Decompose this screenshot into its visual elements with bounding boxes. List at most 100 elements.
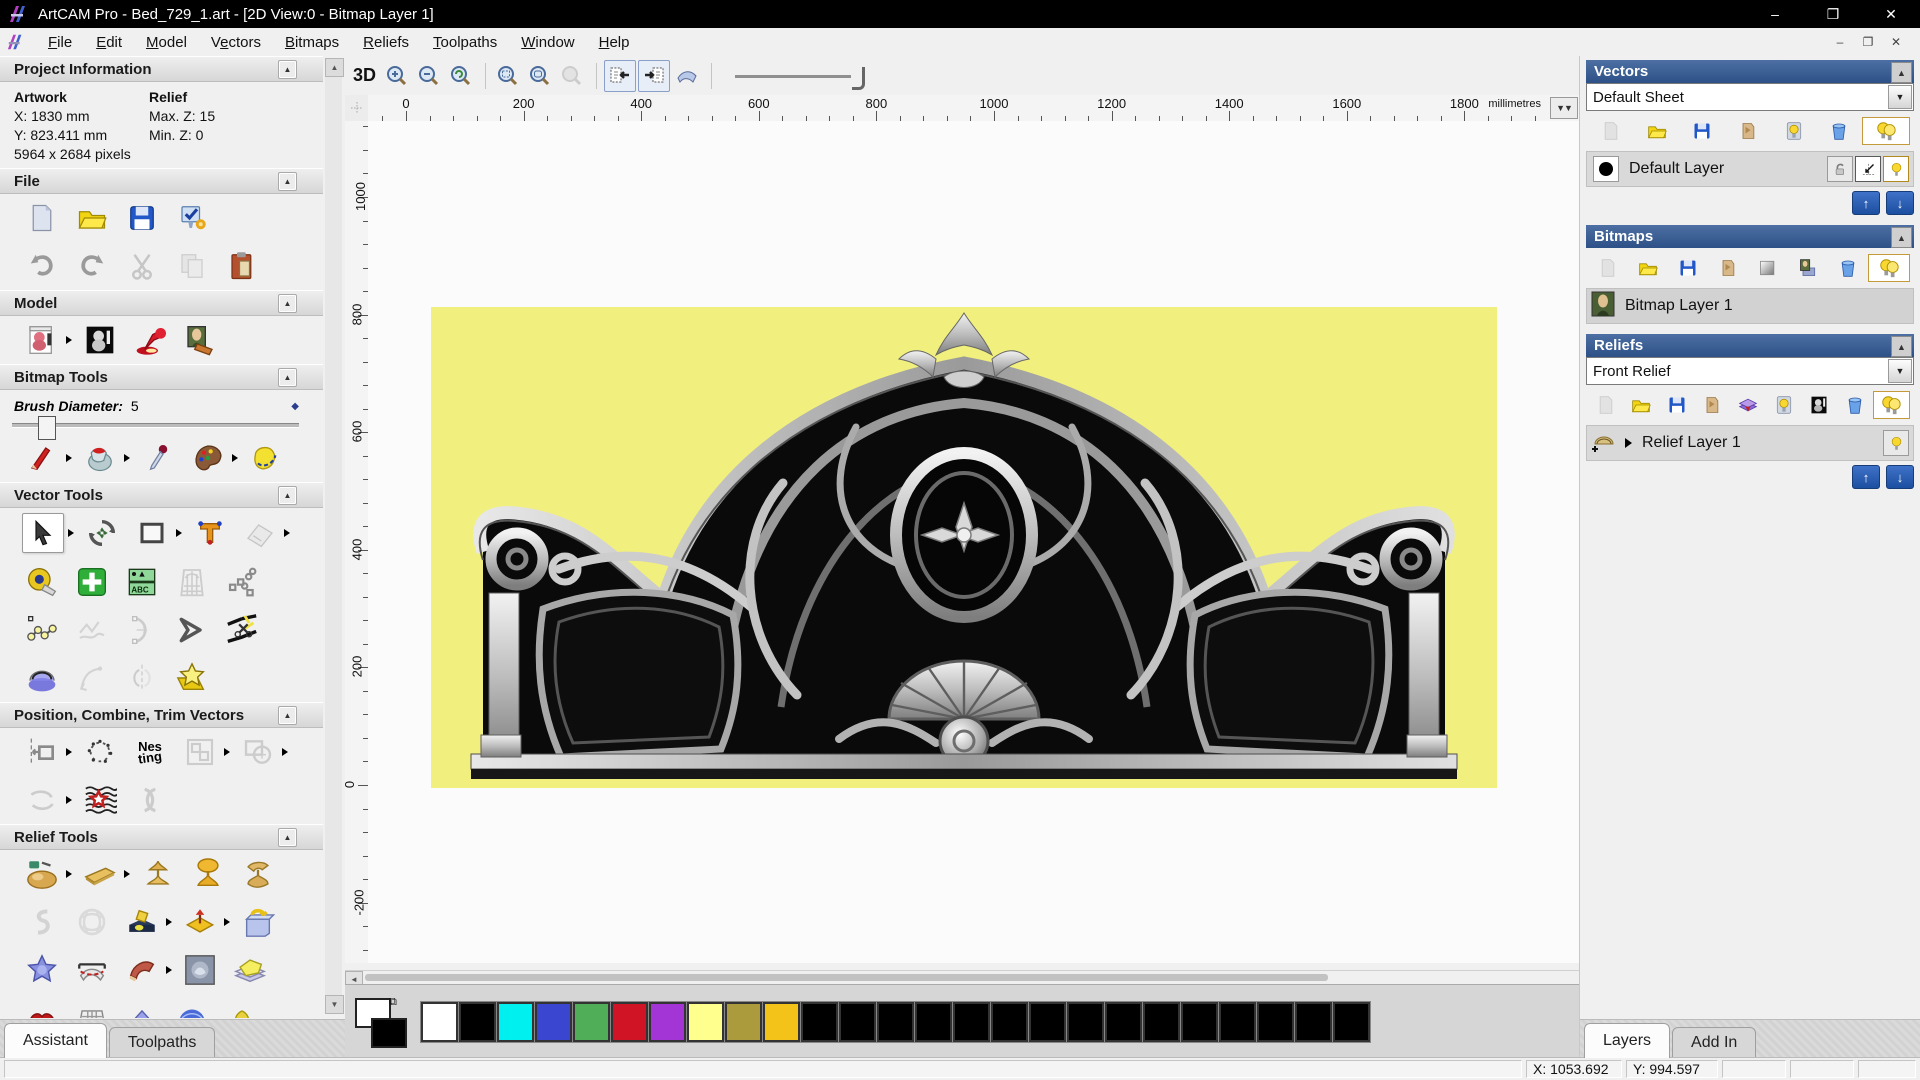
paste-icon[interactable] [222, 247, 262, 285]
assistant-scrollbar[interactable]: ▲ ▼ [325, 58, 344, 1014]
secondary-colour-swatch[interactable] [371, 1017, 407, 1048]
dimension-icon[interactable] [22, 563, 62, 601]
lighting-icon[interactable] [130, 321, 170, 359]
flyout-arrow-icon[interactable] [124, 454, 130, 462]
close-button[interactable]: ✕ [1862, 0, 1920, 28]
zoom-out-icon[interactable] [414, 61, 444, 91]
create-polyline-icon[interactable] [22, 611, 62, 649]
merge-relief-layers-icon[interactable] [1695, 392, 1731, 418]
toggle-3d-view-button[interactable]: 3D [353, 65, 376, 86]
vector-layer-name[interactable]: Default Layer [1629, 160, 1724, 178]
toggle-all-layers-icon[interactable] [1862, 117, 1911, 145]
menu-bitmaps[interactable]: Bitmaps [273, 30, 351, 55]
shape-editor-dome-icon[interactable] [188, 855, 228, 893]
menu-toolpaths[interactable]: Toolpaths [421, 30, 509, 55]
layer-visibility-bulb-icon[interactable] [1883, 156, 1909, 182]
flyout-arrow-icon[interactable] [66, 748, 72, 756]
colour-swatch-19[interactable] [1142, 1000, 1181, 1043]
flyout-arrow-icon[interactable] [176, 529, 182, 537]
slider-handle[interactable] [38, 416, 56, 440]
fit-curve-icon[interactable] [72, 659, 112, 697]
merge-vector-layers-icon[interactable] [1725, 118, 1771, 144]
delete-relief-layer-icon[interactable] [1837, 392, 1873, 418]
flyout-arrow-icon[interactable] [124, 870, 130, 878]
dropdown-arrow-icon[interactable]: ▼ [1888, 359, 1912, 383]
ruler-origin-button[interactable] [345, 95, 369, 122]
vector-layer-row[interactable]: Default Layer [1586, 151, 1914, 187]
merge-bitmap-layers-icon[interactable] [1708, 255, 1748, 281]
scroll-up-icon[interactable]: ▲ [325, 58, 344, 77]
offset-relief-icon[interactable] [238, 903, 278, 941]
colour-swatch-13[interactable] [914, 1000, 953, 1043]
menu-vectors[interactable]: Vectors [199, 30, 273, 55]
flyout-arrow-icon[interactable] [232, 454, 238, 462]
colour-swatch-24[interactable] [1332, 1000, 1371, 1043]
maximize-button[interactable]: ❐ [1804, 0, 1862, 28]
texture-relief-icon[interactable] [180, 321, 220, 359]
tab-toolpaths[interactable]: Toolpaths [108, 1027, 216, 1058]
collapse-icon[interactable]: ▲ [1891, 62, 1912, 83]
relief-stack-icon[interactable] [1730, 392, 1766, 418]
delete-vector-layer-icon[interactable] [1817, 118, 1863, 144]
colour-swatch-2[interactable] [496, 1000, 535, 1043]
menu-model[interactable]: Model [134, 30, 199, 55]
flyout-arrow-icon[interactable] [68, 529, 74, 537]
pick-colour-icon[interactable] [138, 439, 178, 477]
block-copy-rotate-icon[interactable] [180, 733, 220, 771]
mdi-minimize-button[interactable]: – [1826, 32, 1854, 52]
toggle-vector-visibility-icon[interactable] [638, 59, 671, 92]
model-properties-icon[interactable] [172, 199, 212, 237]
flyout-arrow-icon[interactable] [224, 748, 230, 756]
colour-swatch-16[interactable] [1028, 1000, 1067, 1043]
collapse-icon[interactable]: ▲ [278, 706, 297, 725]
zoom-in-icon[interactable] [382, 61, 412, 91]
wrap-text-on-curve-icon[interactable] [80, 733, 120, 771]
create-text-icon[interactable] [190, 514, 230, 552]
paint-icon[interactable] [22, 439, 62, 477]
open-vector-layer-icon[interactable] [1634, 118, 1680, 144]
set-model-size-icon[interactable] [22, 321, 62, 359]
colour-swatch-8[interactable] [724, 1000, 763, 1043]
dropdown-arrow-icon[interactable]: ▼ [1888, 85, 1912, 109]
colour-swatch-23[interactable] [1294, 1000, 1333, 1043]
delete-bitmap-layer-icon[interactable] [1828, 255, 1868, 281]
two-rail-sweep-icon[interactable] [72, 951, 112, 989]
save-relief-layer-icon[interactable] [1659, 392, 1695, 418]
menu-window[interactable]: Window [509, 30, 586, 55]
wrap-relief-icon[interactable] [222, 999, 262, 1018]
canvas-2d-view[interactable] [368, 121, 1580, 963]
bitmap-layer-row[interactable]: Bitmap Layer 1 [1586, 288, 1914, 324]
new-bitmap-layer-icon[interactable] [1588, 255, 1628, 281]
menu-edit[interactable]: Edit [84, 30, 134, 55]
colour-swatch-1[interactable] [458, 1000, 497, 1043]
cut-icon[interactable] [122, 247, 162, 285]
lock-layer-icon[interactable] [1827, 156, 1853, 182]
collapse-icon[interactable]: ▲ [278, 60, 297, 79]
collapse-icon[interactable]: ▲ [278, 294, 297, 313]
free-sketch-icon[interactable] [72, 611, 112, 649]
colour-swatch-14[interactable] [952, 1000, 991, 1043]
save-vector-layer-icon[interactable] [1679, 118, 1725, 144]
relief-layers-icon[interactable] [230, 951, 270, 989]
paste-along-curve-icon[interactable] [222, 563, 262, 601]
colour-swatch-22[interactable] [1256, 1000, 1295, 1043]
shape-editor-icon[interactable] [138, 855, 178, 893]
contrast-slider[interactable] [735, 63, 866, 90]
mirror-vectors-icon[interactable] [122, 659, 162, 697]
flyout-arrow-icon[interactable] [66, 796, 72, 804]
minimize-button[interactable]: – [1746, 0, 1804, 28]
flood-fill-icon[interactable] [80, 439, 120, 477]
weave-wizard-icon[interactable] [72, 903, 112, 941]
create-rectangle-icon[interactable] [132, 514, 172, 552]
menu-file[interactable]: File [36, 30, 84, 55]
snap-to-layer-icon[interactable] [1855, 156, 1881, 182]
copy-icon[interactable] [172, 247, 212, 285]
distort-vectors-icon[interactable] [80, 781, 120, 819]
colour-swatch-12[interactable] [876, 1000, 915, 1043]
create-arc-icon[interactable] [122, 611, 162, 649]
flyout-arrow-icon[interactable] [224, 918, 230, 926]
bitmap-preview-icon[interactable] [1788, 255, 1828, 281]
scroll-down-icon[interactable]: ▼ [325, 995, 344, 1014]
primary-secondary-colours[interactable]: ⧉ [355, 996, 407, 1048]
canvas-hscrollbar[interactable]: ◄ [345, 970, 1580, 987]
